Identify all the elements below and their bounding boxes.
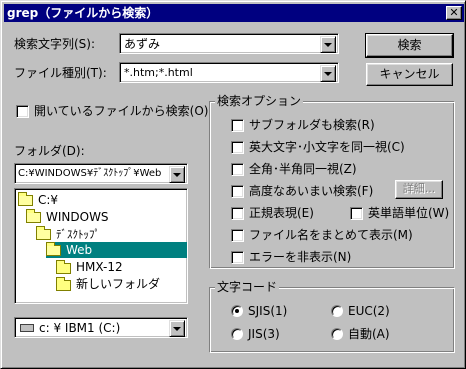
search-label: 検索文字列(S): bbox=[14, 37, 96, 51]
word-unit-label: 英単語単位(W) bbox=[368, 206, 450, 220]
filetype-value: *.htm;*.html bbox=[124, 66, 193, 79]
folder-icon bbox=[56, 260, 71, 274]
auto-radio[interactable] bbox=[331, 328, 343, 340]
ignore-case-label: 英大文字･小文字を同一視(C) bbox=[249, 140, 405, 154]
euc-label: EUC(2) bbox=[348, 304, 390, 318]
group-filenames-checkbox[interactable] bbox=[231, 229, 244, 242]
close-button[interactable]: ✕ bbox=[446, 6, 462, 20]
euc-radio[interactable] bbox=[331, 305, 343, 317]
width-insensitive-checkbox[interactable] bbox=[231, 163, 244, 176]
window-title: grep（ファイルから検索） bbox=[7, 6, 159, 20]
tree-item-desktop[interactable]: ﾃﾞｽｸﾄｯﾌﾟ bbox=[36, 226, 100, 242]
folder-icon bbox=[56, 277, 71, 291]
tree-item-web[interactable]: Web bbox=[46, 242, 187, 258]
sjis-label: SJIS(1) bbox=[248, 304, 288, 318]
open-files-checkbox[interactable] bbox=[16, 105, 29, 118]
subfolder-label: サブフォルダも検索(R) bbox=[249, 118, 375, 132]
filetype-label: ファイル種別(T): bbox=[14, 66, 107, 80]
jis-radio[interactable] bbox=[231, 328, 243, 340]
title-bar: grep（ファイルから検索） ✕ bbox=[4, 4, 464, 22]
group-filenames-label: ファイル名をまとめて表示(M) bbox=[249, 228, 413, 242]
detail-button[interactable]: 詳細... bbox=[395, 180, 443, 199]
tree-item-windows[interactable]: WINDOWS bbox=[26, 209, 109, 225]
drive-icon bbox=[20, 324, 34, 332]
tree-label: Web bbox=[66, 243, 93, 257]
tree-label: HMX-12 bbox=[76, 260, 123, 274]
folder-open-icon bbox=[46, 242, 61, 256]
search-dropdown-arrow[interactable] bbox=[320, 36, 336, 53]
drive-value: c: ¥ IBM1 (C:) bbox=[39, 321, 121, 335]
encoding-title: 文字コード bbox=[215, 279, 280, 295]
word-unit-checkbox[interactable] bbox=[350, 207, 363, 220]
fuzzy-search-label: 高度なあいまい検索(F) bbox=[249, 184, 374, 198]
search-combo[interactable]: あずみ bbox=[119, 33, 339, 54]
subfolder-checkbox[interactable] bbox=[231, 119, 244, 132]
width-insensitive-label: 全角･半角同一視(Z) bbox=[249, 162, 357, 176]
folder-tree[interactable]: C:¥ WINDOWS ﾃﾞｽｸﾄｯﾌﾟ Web HMX-12 新しいフォルダ bbox=[14, 188, 188, 304]
folder-label: フォルダ(D): bbox=[14, 144, 85, 158]
auto-label: 自動(A) bbox=[348, 327, 390, 341]
regex-checkbox[interactable] bbox=[231, 207, 244, 220]
tree-label: C:¥ bbox=[38, 193, 59, 207]
folder-value: C:¥WINDOWS¥ﾃﾞｽｸﾄｯﾌﾟ¥Web bbox=[18, 168, 162, 179]
search-button[interactable]: 検索 bbox=[365, 33, 454, 58]
folder-combo[interactable]: C:¥WINDOWS¥ﾃﾞｽｸﾄｯﾌﾟ¥Web bbox=[14, 163, 188, 184]
filetype-dropdown-arrow[interactable] bbox=[320, 65, 336, 82]
drive-combo[interactable]: c: ¥ IBM1 (C:) bbox=[14, 317, 188, 338]
folder-open-icon bbox=[26, 209, 41, 223]
fuzzy-search-checkbox[interactable] bbox=[231, 185, 244, 198]
drive-dropdown-arrow[interactable] bbox=[169, 320, 185, 337]
open-files-label: 開いているファイルから検索(O) bbox=[34, 104, 209, 118]
cancel-button[interactable]: キャンセル bbox=[366, 63, 453, 86]
folder-open-icon bbox=[18, 192, 33, 206]
tree-label: 新しいフォルダ bbox=[76, 277, 161, 291]
tree-item-drive[interactable]: C:¥ bbox=[18, 192, 58, 208]
tree-label: WINDOWS bbox=[46, 210, 109, 224]
jis-label: JIS(3) bbox=[248, 327, 280, 341]
search-value: あずみ bbox=[124, 37, 161, 51]
filetype-combo[interactable]: *.htm;*.html bbox=[119, 62, 339, 83]
regex-label: 正規表現(E) bbox=[249, 206, 314, 220]
ignore-case-checkbox[interactable] bbox=[231, 141, 244, 154]
folder-open-icon bbox=[36, 226, 51, 240]
tree-item-new-folder[interactable]: 新しいフォルダ bbox=[56, 276, 160, 292]
encoding-group bbox=[209, 287, 455, 353]
sjis-radio[interactable] bbox=[231, 305, 243, 317]
folder-dropdown-arrow[interactable] bbox=[169, 166, 185, 183]
grep-dialog: grep（ファイルから検索） ✕ 検索文字列(S): あずみ ファイル種別(T)… bbox=[0, 0, 466, 369]
tree-item-hmx12[interactable]: HMX-12 bbox=[56, 259, 123, 275]
hide-errors-checkbox[interactable] bbox=[231, 251, 244, 264]
search-options-title: 検索オプション bbox=[215, 93, 304, 109]
hide-errors-label: エラーを非表示(N) bbox=[249, 250, 352, 264]
tree-label: ﾃﾞｽｸﾄｯﾌﾟ bbox=[56, 228, 100, 241]
